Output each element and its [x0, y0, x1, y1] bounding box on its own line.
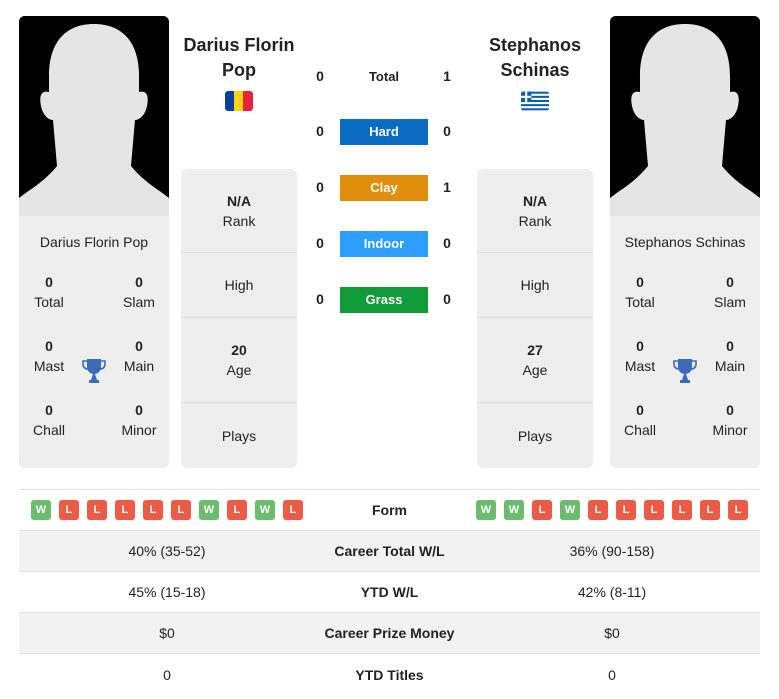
titles-minor: 0 Minor — [121, 402, 157, 438]
stat-label: Career Prize Money — [324, 625, 455, 641]
stat-row-prize-money: $0 Career Prize Money $0 — [19, 613, 760, 654]
stat-label: YTD Titles — [355, 666, 424, 683]
form-badge[interactable]: L — [700, 500, 720, 520]
stat-label: YTD W/L — [360, 584, 419, 600]
player1-form: WLLLLLWLWL — [19, 500, 315, 520]
form-badge[interactable]: L — [59, 500, 79, 520]
titles-slam: 0 Slam — [714, 274, 746, 310]
h2h-hard: 0 Hard 0 — [305, 119, 475, 147]
age-row: 20 Age — [181, 318, 297, 403]
player2-value: $0 — [604, 625, 620, 641]
form-badge[interactable]: L — [283, 500, 303, 520]
player2-photo — [610, 16, 760, 216]
titles-total: 0 Total — [34, 274, 64, 310]
player2-card: Stephanos Schinas 0 Total 0 Slam 0 Mast 0 Ma… — [610, 16, 760, 468]
form-badge[interactable]: W — [199, 500, 219, 520]
h2h-clay: 0 Clay 1 — [305, 175, 475, 203]
form-badge[interactable]: L — [143, 500, 163, 520]
form-badge[interactable]: L — [115, 500, 135, 520]
form-badge[interactable]: W — [255, 500, 275, 520]
avatar-silhouette-icon — [610, 16, 760, 216]
player1-photo — [19, 16, 169, 216]
player2-header: Stephanos Schinas — [465, 33, 605, 114]
grass-badge[interactable]: Grass — [340, 287, 428, 313]
player2-form: WWLWLLLLLL — [464, 500, 760, 520]
player1-card-name[interactable]: Darius Florin Pop — [19, 234, 169, 254]
player2-value: 42% (8-11) — [577, 584, 647, 600]
h2h-indoor: 0 Indoor 0 — [305, 231, 475, 259]
form-badge[interactable]: L — [171, 500, 191, 520]
form-badge[interactable]: L — [644, 500, 664, 520]
player2-titles: 0 Total 0 Slam 0 Mast 0 Main 0 Chall 0 Minor — [610, 272, 760, 462]
titles-mast: 0 Mast — [33, 338, 65, 374]
player1-value: $0 — [159, 625, 175, 641]
form-badge[interactable]: W — [31, 500, 51, 520]
trophy-icon — [82, 358, 106, 384]
form-badge[interactable]: L — [728, 500, 748, 520]
player1-value: 40% (35-52) — [128, 543, 206, 559]
titles-main: 0 Main — [714, 338, 746, 374]
plays-row: Plays — [517, 427, 553, 444]
player1-header: Darius Florin Pop — [169, 33, 309, 114]
titles-slam: 0 Slam — [123, 274, 155, 310]
titles-mast: 0 Mast — [624, 338, 656, 374]
trophy-icon — [673, 358, 697, 384]
player1-info: N/A Rank High 20 Age Plays — [181, 169, 297, 468]
clay-badge[interactable]: Clay — [340, 175, 428, 201]
stat-row-ytd-wl: 45% (15-18) YTD W/L 42% (8-11) — [19, 572, 760, 613]
stat-row-ytd-titles: 0 YTD Titles 0 — [19, 654, 760, 695]
rank-row: N/A Rank — [477, 169, 593, 253]
player2-name[interactable]: Stephanos Schinas — [465, 33, 605, 83]
titles-total: 0 Total — [625, 274, 655, 310]
form-badge[interactable]: W — [560, 500, 580, 520]
titles-chall: 0 Chall — [33, 402, 65, 438]
player1-name[interactable]: Darius Florin Pop — [169, 33, 309, 83]
form-badge[interactable]: W — [504, 500, 524, 520]
greece-flag-icon — [521, 91, 549, 111]
h2h-total: 0 Total 1 — [316, 68, 451, 84]
stat-row-career-wl: 40% (35-52) Career Total W/L 36% (90-158… — [19, 531, 760, 572]
indoor-badge[interactable]: Indoor — [340, 231, 428, 257]
form-row: WLLLLLWLWL Form WWLWLLLLLL — [19, 490, 760, 531]
player1-card: Darius Florin Pop 0 Total 0 Slam 0 Mast 0 Ma… — [19, 16, 169, 468]
player1-value: 0 — [163, 666, 171, 683]
stat-label: Career Total W/L — [334, 543, 445, 559]
stats-table: WLLLLLWLWL Form WWLWLLLLLL 40% (35-52) C… — [19, 489, 760, 695]
titles-minor: 0 Minor — [712, 402, 748, 438]
titles-chall: 0 Chall — [624, 402, 656, 438]
player2-card-name[interactable]: Stephanos Schinas — [610, 234, 760, 254]
form-badge[interactable]: L — [532, 500, 552, 520]
form-badge[interactable]: L — [87, 500, 107, 520]
player2-info: N/A Rank High 27 Age Plays — [477, 169, 593, 468]
rank-row: N/A Rank — [181, 169, 297, 253]
player1-titles: 0 Total 0 Slam 0 Mast 0 Main 0 Chall 0 Minor — [19, 272, 169, 462]
form-badge[interactable]: L — [227, 500, 247, 520]
high-row: High — [477, 253, 593, 318]
form-badge[interactable]: W — [476, 500, 496, 520]
titles-main: 0 Main — [123, 338, 155, 374]
high-row: High — [181, 253, 297, 318]
age-row: 27 Age — [477, 318, 593, 403]
avatar-silhouette-icon — [19, 16, 169, 216]
romania-flag-icon — [225, 91, 253, 111]
form-badge[interactable]: L — [616, 500, 636, 520]
plays-row: Plays — [221, 427, 257, 444]
h2h-grass: 0 Grass 0 — [305, 287, 475, 315]
player2-value: 0 — [608, 666, 616, 683]
form-badge[interactable]: L — [588, 500, 608, 520]
form-badge[interactable]: L — [672, 500, 692, 520]
hard-badge[interactable]: Hard — [340, 119, 428, 145]
player1-value: 45% (15-18) — [128, 584, 206, 600]
form-label: Form — [372, 502, 407, 518]
player2-value: 36% (90-158) — [569, 543, 655, 559]
